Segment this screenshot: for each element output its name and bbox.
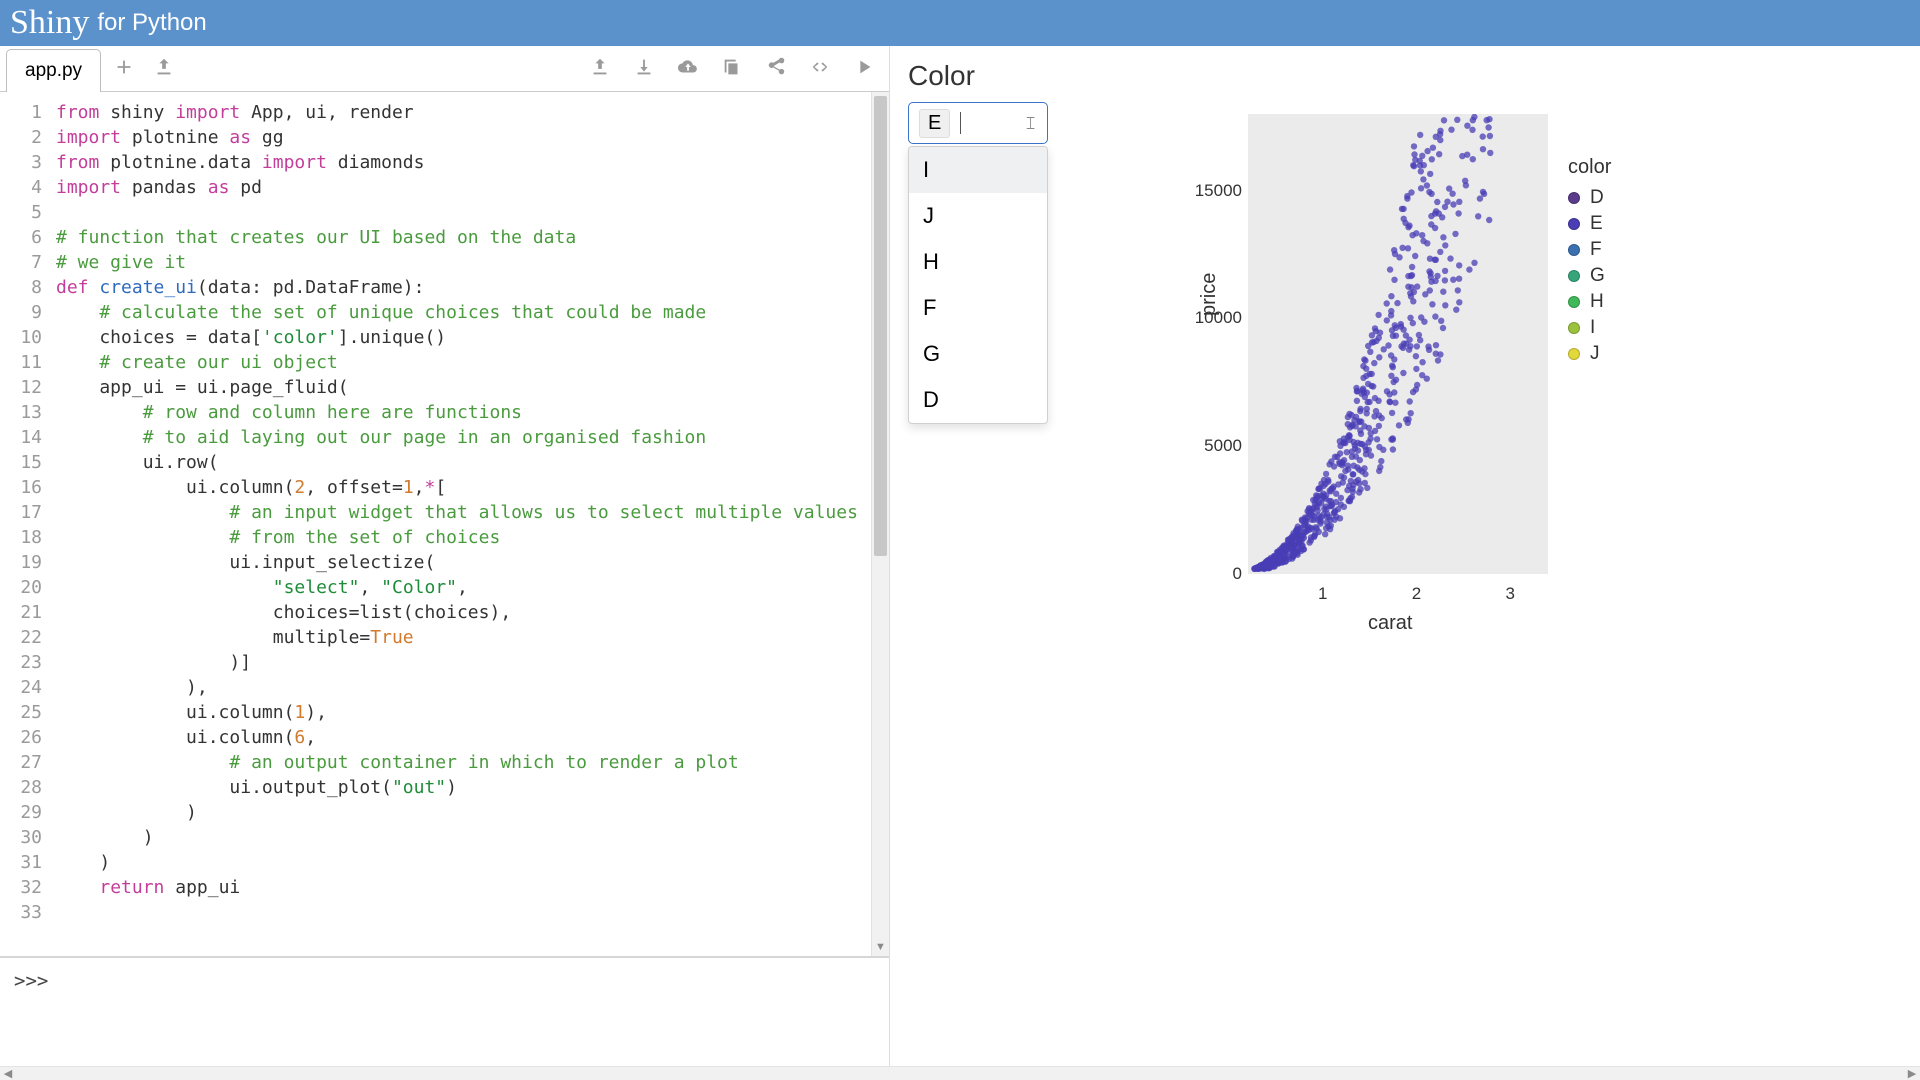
panel-title: Color xyxy=(908,60,1902,92)
scroll-right-arrow[interactable]: ▶ xyxy=(1904,1067,1920,1080)
tab-bar: app.py xyxy=(0,46,889,92)
line-gutter: 1234567891011121314151617181920212223242… xyxy=(0,92,50,956)
selectize-option[interactable]: I xyxy=(909,147,1047,193)
selectize-option[interactable]: J xyxy=(909,193,1047,239)
upload-file-icon[interactable] xyxy=(589,56,611,83)
y-tick: 15000 xyxy=(1195,181,1242,201)
legend-item: E xyxy=(1568,213,1611,235)
selectize-option[interactable]: G xyxy=(909,331,1047,377)
console-prompt: >>> xyxy=(14,970,48,992)
scroll-down-arrow[interactable]: ▼ xyxy=(872,938,889,956)
plot-legend: color DEFGHIJ xyxy=(1568,156,1611,369)
logo-text: Shiny xyxy=(10,4,89,42)
selectize-chip[interactable]: E xyxy=(919,109,950,138)
copy-icon[interactable] xyxy=(721,56,743,83)
cloud-download-icon[interactable] xyxy=(677,56,699,83)
legend-item: H xyxy=(1568,291,1611,313)
code-editor[interactable]: 1234567891011121314151617181920212223242… xyxy=(0,92,889,956)
x-tick: 1 xyxy=(1318,584,1327,604)
y-tick: 0 xyxy=(1233,564,1242,584)
y-tick: 5000 xyxy=(1204,436,1242,456)
scroll-thumb[interactable] xyxy=(874,96,887,556)
vertical-scrollbar[interactable]: ▲ ▼ xyxy=(871,92,889,956)
legend-title: color xyxy=(1568,156,1611,179)
legend-item: I xyxy=(1568,317,1611,339)
x-tick: 3 xyxy=(1506,584,1515,604)
code-content[interactable]: from shiny import App, ui, render import… xyxy=(50,92,871,956)
play-icon[interactable] xyxy=(853,56,875,83)
share-icon[interactable] xyxy=(765,56,787,83)
selectize-dropdown[interactable]: IJHFGD xyxy=(908,146,1048,424)
y-tick: 10000 xyxy=(1195,308,1242,328)
plot-area: price carat 050001000015000 123 color DE… xyxy=(1048,102,1902,596)
horizontal-scrollbar[interactable]: ◀ ▶ xyxy=(0,1066,1920,1080)
scroll-left-arrow[interactable]: ◀ xyxy=(0,1067,16,1080)
color-selectize[interactable]: E 𝙸 IJHFGD xyxy=(908,102,1048,144)
text-caret xyxy=(960,112,961,134)
code-icon[interactable] xyxy=(809,56,831,83)
legend-item: G xyxy=(1568,265,1611,287)
legend-item: J xyxy=(1568,343,1611,365)
plot-points xyxy=(1248,114,1548,574)
legend-item: F xyxy=(1568,239,1611,261)
selectize-option[interactable]: D xyxy=(909,377,1047,423)
x-tick: 2 xyxy=(1412,584,1421,604)
add-icon[interactable] xyxy=(113,56,135,83)
download-icon[interactable] xyxy=(633,56,655,83)
workspace: app.py 123456789101112131415161718192021… xyxy=(0,46,1920,1066)
x-axis-label: carat xyxy=(1368,612,1412,635)
console-pane[interactable]: >>> xyxy=(0,956,889,1066)
tab-app-py[interactable]: app.py xyxy=(6,49,101,92)
selectize-input[interactable]: E 𝙸 xyxy=(908,102,1048,144)
legend-item: D xyxy=(1568,187,1611,209)
selectize-option[interactable]: F xyxy=(909,285,1047,331)
selectize-option[interactable]: H xyxy=(909,239,1047,285)
text-cursor-icon: 𝙸 xyxy=(1024,113,1037,134)
scatter-plot: price carat 050001000015000 123 color DE… xyxy=(1178,96,1718,596)
logo-subtitle: for Python xyxy=(97,9,206,37)
app-header: Shiny for Python xyxy=(0,0,1920,46)
editor-pane: app.py 123456789101112131415161718192021… xyxy=(0,46,890,1066)
app-preview-pane: Color E 𝙸 IJHFGD price carat 05000100001… xyxy=(890,46,1920,1066)
upload-icon[interactable] xyxy=(153,56,175,83)
